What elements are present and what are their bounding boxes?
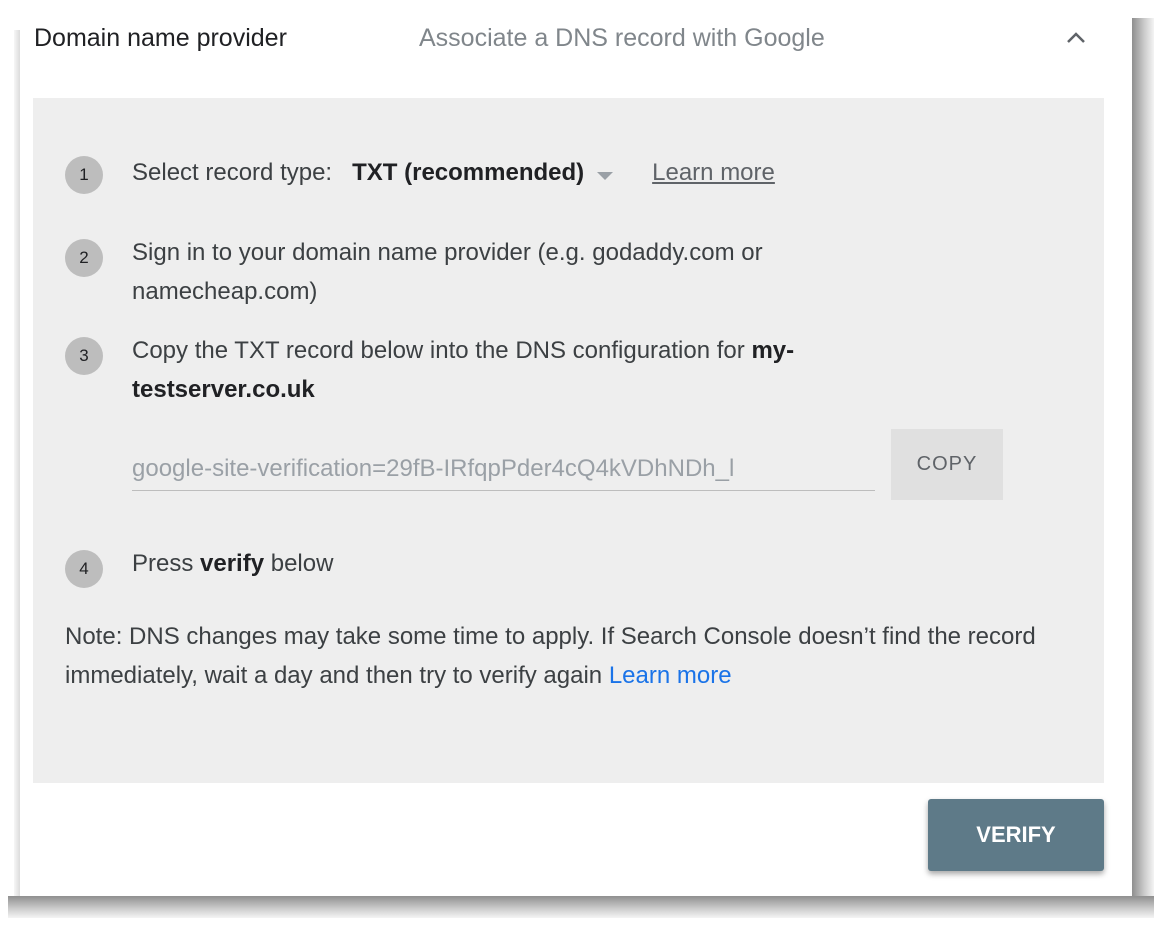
step-3-instruction: Copy the TXT record below into the DNS c…	[132, 337, 752, 364]
instructions-panel: 1 Select record type: TXT (recommended) Le…	[33, 98, 1104, 783]
step-number-badge: 1	[65, 156, 103, 194]
method-title: Domain name provider	[34, 24, 287, 52]
step-3-text: Copy the TXT record below into the DNS c…	[132, 331, 932, 409]
step-4-prefix: Press	[132, 550, 201, 577]
screenshot-frame: Domain name provider Associate a DNS rec…	[0, 0, 1160, 938]
record-type-select[interactable]: TXT (recommended)	[352, 153, 614, 193]
card-shadow-bottom	[8, 896, 1154, 918]
verify-keyword: verify	[200, 550, 265, 577]
chevron-up-icon	[1065, 31, 1087, 50]
step-4-suffix: below	[264, 550, 334, 577]
record-type-label: Select record type:	[132, 159, 333, 186]
copy-button[interactable]: COPY	[891, 429, 1003, 500]
verification-method-card: Domain name provider Associate a DNS rec…	[20, 6, 1132, 896]
method-subtitle: Associate a DNS record with Google	[419, 24, 825, 52]
step-2-text: Sign in to your domain name provider (e.…	[132, 239, 763, 305]
learn-more-link[interactable]: Learn more	[652, 153, 775, 192]
step-number-badge: 2	[65, 239, 103, 277]
verify-button[interactable]: VERIFY	[928, 799, 1104, 871]
collapse-button[interactable]	[1056, 20, 1096, 60]
dropdown-arrow-icon	[596, 154, 614, 193]
card-shadow-right	[1132, 18, 1154, 914]
step-number-badge: 3	[65, 337, 103, 375]
card-header[interactable]: Domain name provider Associate a DNS rec…	[20, 6, 1132, 76]
step-number-badge: 4	[65, 550, 103, 588]
step-4-text: Press verify below	[132, 544, 932, 583]
step-1-text: Select record type: TXT (recommended) Lear…	[132, 153, 932, 193]
dns-note: Note: DNS changes may take some time to …	[65, 617, 1065, 695]
record-type-value: TXT (recommended)	[352, 159, 585, 186]
note-learn-more-link[interactable]: Learn more	[609, 662, 732, 689]
txt-record-field[interactable]: google-site-verification=29fB-IRfqpPder4…	[132, 448, 875, 491]
note-text: Note: DNS changes may take some time to …	[65, 623, 1036, 689]
